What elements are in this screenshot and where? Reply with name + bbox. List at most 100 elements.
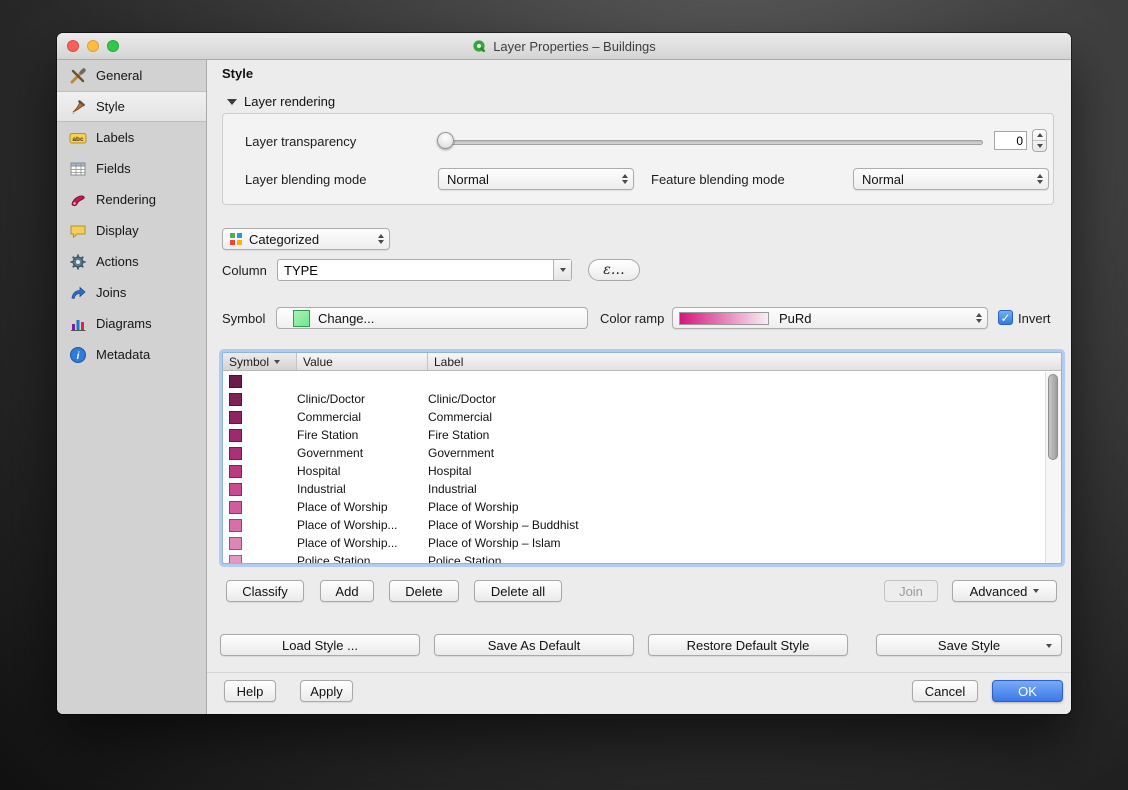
- category-color-swatch[interactable]: [229, 483, 242, 496]
- svg-text:i: i: [77, 351, 80, 362]
- table-row[interactable]: Police StationPolice Station: [223, 552, 1045, 563]
- sidebar-item-metadata[interactable]: i Metadata: [57, 339, 206, 370]
- category-color-swatch[interactable]: [229, 393, 242, 406]
- category-label: Industrial: [428, 482, 1045, 496]
- ok-button[interactable]: OK: [992, 680, 1063, 702]
- category-label: Police Station: [428, 554, 1045, 563]
- transparency-value-input[interactable]: [994, 131, 1027, 150]
- renderer-type-dropdown[interactable]: Categorized: [222, 228, 390, 250]
- category-color-swatch[interactable]: [229, 447, 242, 460]
- stepper-down-button[interactable]: [1033, 141, 1046, 151]
- category-color-swatch[interactable]: [229, 429, 242, 442]
- sidebar-item-diagrams[interactable]: Diagrams: [57, 308, 206, 339]
- symbol-change-button[interactable]: Change...: [276, 307, 588, 329]
- feature-blending-label: Feature blending mode: [651, 172, 785, 187]
- help-button[interactable]: Help: [224, 680, 276, 702]
- category-value: Hospital: [297, 464, 428, 478]
- table-row[interactable]: Place of Worship...Place of Worship – Bu…: [223, 516, 1045, 534]
- load-style-button[interactable]: Load Style ...: [220, 634, 420, 656]
- column-header-label: Symbol: [229, 355, 269, 369]
- layer-rendering-header[interactable]: Layer rendering: [227, 94, 335, 109]
- sidebar-item-label: Fields: [96, 161, 131, 176]
- category-value: Industrial: [297, 482, 428, 496]
- scrollbar-thumb[interactable]: [1048, 374, 1058, 460]
- sidebar-item-fields[interactable]: Fields: [57, 153, 206, 184]
- sidebar-item-joins[interactable]: Joins: [57, 277, 206, 308]
- delete-all-button[interactable]: Delete all: [474, 580, 562, 602]
- category-color-swatch[interactable]: [229, 537, 242, 550]
- sidebar-item-style[interactable]: Style: [57, 91, 206, 122]
- color-ramp-label: Color ramp: [600, 311, 664, 326]
- apply-button[interactable]: Apply: [300, 680, 353, 702]
- cancel-button[interactable]: Cancel: [912, 680, 978, 702]
- paint-icon: [69, 191, 87, 209]
- disclosure-triangle-icon: [227, 99, 237, 105]
- table-row[interactable]: Place of Worship...Place of Worship – Is…: [223, 534, 1045, 552]
- category-value: Police Station: [297, 554, 428, 563]
- sidebar: General Style abcLabels Fields Rendering Disp…: [57, 60, 207, 714]
- category-value: Commercial: [297, 410, 428, 424]
- table-row[interactable]: CommercialCommercial: [223, 408, 1045, 426]
- column-dropdown-button[interactable]: [553, 260, 571, 280]
- sidebar-item-label: Style: [96, 99, 125, 114]
- column-combobox[interactable]: TYPE: [277, 259, 572, 281]
- sidebar-item-display[interactable]: Display: [57, 215, 206, 246]
- sidebar-item-label: Metadata: [96, 347, 150, 362]
- category-value: Fire Station: [297, 428, 428, 442]
- sidebar-item-rendering[interactable]: Rendering: [57, 184, 206, 215]
- category-label: Government: [428, 446, 1045, 460]
- categories-table: Symbol Value Label Clinic/DoctorClinic/D…: [222, 352, 1062, 564]
- delete-button[interactable]: Delete: [389, 580, 459, 602]
- table-row[interactable]: GovernmentGovernment: [223, 444, 1045, 462]
- sidebar-item-actions[interactable]: Actions: [57, 246, 206, 277]
- table-row[interactable]: HospitalHospital: [223, 462, 1045, 480]
- category-color-swatch[interactable]: [229, 411, 242, 424]
- table-row[interactable]: IndustrialIndustrial: [223, 480, 1045, 498]
- category-color-swatch[interactable]: [229, 501, 242, 514]
- category-label: Commercial: [428, 410, 1045, 424]
- sidebar-item-label: Rendering: [96, 192, 156, 207]
- gear-icon: [69, 253, 87, 271]
- join-arrow-icon: [69, 284, 87, 302]
- titlebar[interactable]: Layer Properties – Buildings: [57, 33, 1071, 60]
- renderer-type-value: Categorized: [243, 232, 374, 247]
- table-row[interactable]: [223, 372, 1045, 390]
- category-color-swatch[interactable]: [229, 375, 242, 388]
- table-row[interactable]: Place of WorshipPlace of Worship: [223, 498, 1045, 516]
- advanced-button[interactable]: Advanced: [952, 580, 1057, 602]
- table-row[interactable]: Clinic/DoctorClinic/Doctor: [223, 390, 1045, 408]
- column-header-symbol[interactable]: Symbol: [223, 353, 297, 370]
- restore-default-style-button[interactable]: Restore Default Style: [648, 634, 848, 656]
- save-style-button[interactable]: Save Style: [876, 634, 1062, 656]
- category-color-swatch[interactable]: [229, 555, 242, 564]
- layer-blending-label: Layer blending mode: [245, 172, 366, 187]
- category-color-swatch[interactable]: [229, 519, 242, 532]
- table-row[interactable]: Fire StationFire Station: [223, 426, 1045, 444]
- info-icon: i: [69, 346, 87, 364]
- expression-builder-button[interactable]: ε…: [588, 259, 640, 281]
- stepper-up-button[interactable]: [1033, 130, 1046, 141]
- sidebar-item-labels[interactable]: abcLabels: [57, 122, 206, 153]
- save-as-default-button[interactable]: Save As Default: [434, 634, 634, 656]
- abc-tag-icon: abc: [69, 129, 87, 147]
- dropdown-stepper-icon: [1033, 174, 1048, 184]
- save-style-label: Save Style: [938, 638, 1000, 653]
- category-label: Place of Worship: [428, 500, 1045, 514]
- layer-blending-dropdown[interactable]: Normal: [438, 168, 634, 190]
- feature-blending-dropdown[interactable]: Normal: [853, 168, 1049, 190]
- sidebar-item-general[interactable]: General: [57, 60, 206, 91]
- table-scrollbar[interactable]: [1045, 372, 1061, 563]
- column-header-label-col[interactable]: Label: [428, 353, 1061, 370]
- category-value: Government: [297, 446, 428, 460]
- color-ramp-dropdown[interactable]: PuRd: [672, 307, 988, 329]
- category-color-swatch[interactable]: [229, 465, 242, 478]
- sidebar-item-label: Diagrams: [96, 316, 152, 331]
- add-button[interactable]: Add: [320, 580, 374, 602]
- transparency-slider-thumb[interactable]: [437, 132, 454, 149]
- classify-button[interactable]: Classify: [226, 580, 304, 602]
- transparency-slider[interactable]: [443, 140, 983, 145]
- column-header-value[interactable]: Value: [297, 353, 428, 370]
- invert-checkbox[interactable]: [998, 310, 1013, 325]
- layer-transparency-label: Layer transparency: [245, 134, 356, 149]
- category-label: Place of Worship – Buddhist: [428, 518, 1045, 532]
